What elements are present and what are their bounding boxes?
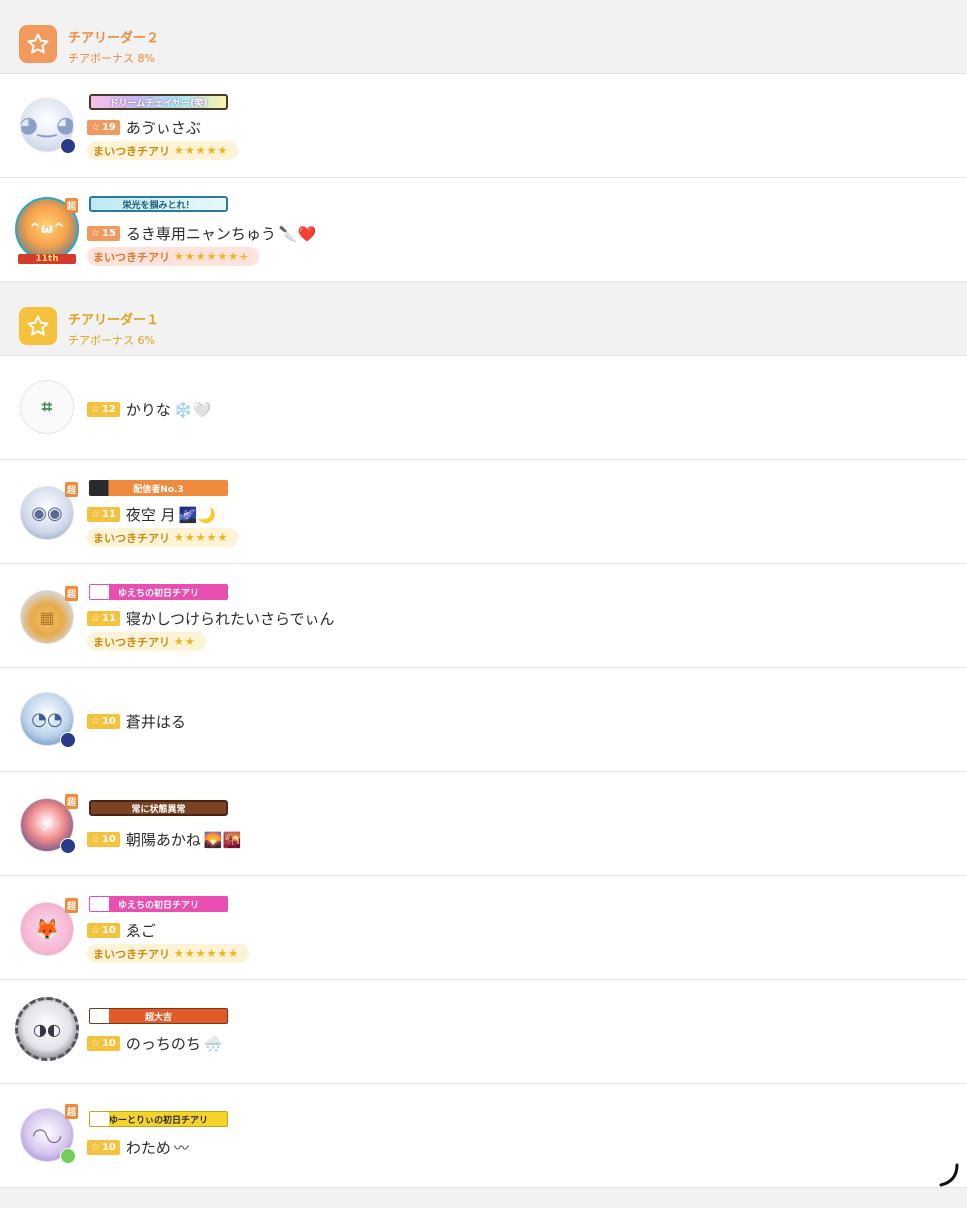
avatar[interactable]: ^ω^ 超 11th: [15, 197, 79, 264]
member-name: るき専用ニャンちゅう: [125, 225, 276, 243]
member-name: ゑご: [125, 922, 156, 940]
level-badge: ☆ 11: [87, 507, 120, 522]
level-badge: ☆ 19: [87, 120, 120, 135]
monthly-cheer-tag: まいつきチアリ ★★★★★★+: [87, 247, 260, 266]
monthly-cheer-tag: まいつきチアリ ★★★★★★: [87, 944, 250, 963]
loading-spinner-icon: [935, 1161, 963, 1196]
title-banner: ゆーとりぃの初日チアリ: [89, 1111, 228, 1127]
name-emoji: 〰: [173, 1139, 189, 1157]
avatar[interactable]: ◠◡ 超: [20, 1104, 78, 1164]
section-bonus: チアボーナス 8%: [68, 52, 155, 65]
member-row[interactable]: ◔◔ ☆ 10 蒼井はる: [0, 668, 967, 772]
member-name: 夜空 月: [125, 506, 176, 524]
level-badge: ☆ 11: [87, 611, 120, 626]
title-banner: ゆえちの初日チアリ: [89, 896, 228, 912]
cheer-rank-1-icon: [19, 307, 57, 345]
section-title: チアリーダー１: [68, 313, 160, 328]
member-row[interactable]: ◠◡ 超 ゆーとりぃの初日チアリ ☆ 10 わため 〰: [0, 1084, 967, 1188]
avatar[interactable]: ◕‿◕: [20, 98, 76, 154]
section-bonus: チアボーナス 6%: [68, 334, 155, 347]
name-emoji: ❄️🤍: [173, 400, 212, 419]
gift-badge-icon: [60, 732, 76, 748]
monthly-cheer-tag: まいつきチアリ ★★★★★: [87, 528, 239, 547]
level-badge: ☆ 15: [87, 226, 120, 241]
avatar[interactable]: ◉◉ 超: [20, 482, 78, 540]
name-emoji: 🌨️: [203, 1034, 223, 1053]
member-row[interactable]: ◉◉ 超 配信者No.3 ☆ 11 夜空 月 🌌🌙 まいつきチアリ ★★★★★: [0, 460, 967, 564]
gift-badge-icon: [60, 838, 76, 854]
chou-badge: 超: [64, 898, 78, 913]
level-badge: ☆ 12: [87, 402, 120, 417]
member-name: わため: [125, 1139, 171, 1157]
member-row[interactable]: ◕‿◕ ドリームチェイサー(笑) ☆ 19 あゔぃさぶ まいつきチアリ ★★★★★: [0, 74, 967, 178]
member-name: のっちのち: [125, 1035, 201, 1053]
avatar[interactable]: ◔◔: [20, 692, 76, 748]
monthly-cheer-tag: まいつきチアリ ★★: [87, 632, 206, 651]
avatar[interactable]: ⌗: [20, 380, 74, 434]
title-banner: ゆえちの初日チアリ: [89, 584, 228, 600]
chou-badge: 超: [64, 198, 78, 213]
level-badge: ☆ 10: [87, 923, 120, 938]
gift-badge-icon: [60, 1148, 76, 1164]
section-title: チアリーダー２: [68, 31, 160, 46]
chou-badge: 超: [64, 1104, 78, 1119]
chou-badge: 超: [64, 794, 78, 809]
member-row[interactable]: 🦊 超 ゆえちの初日チアリ ☆ 10 ゑご まいつきチアリ ★★★★★★: [0, 876, 967, 980]
list-footer: [0, 1188, 967, 1208]
avatar[interactable]: 🦊 超: [20, 898, 78, 956]
member-name: あゔぃさぶ: [125, 119, 201, 137]
anniversary-label: 11th: [18, 254, 76, 264]
name-emoji: 🌌🌙: [178, 505, 217, 524]
member-row[interactable]: ◑◐ 超大吉 ☆ 10 のっちのち 🌨️: [0, 980, 967, 1084]
section-header-cheerleader-1: チアリーダー１ チアボーナス 6%: [0, 282, 967, 356]
name-emoji: 🌄🌇: [203, 830, 242, 849]
level-badge: ☆ 10: [87, 832, 120, 847]
section-header-cheerleader-2: チアリーダー２ チアボーナス 8%: [0, 0, 967, 74]
level-badge: ☆ 10: [87, 1140, 120, 1155]
chou-badge: 超: [64, 586, 78, 601]
member-name: 蒼井はる: [125, 713, 186, 731]
member-name: 朝陽あかね: [125, 831, 201, 849]
member-row[interactable]: ^ω^ 超 11th 栄光を掴みとれ！ ☆ 15 るき専用ニャンちゅう 🔪❤️ ま…: [0, 178, 967, 282]
level-badge: ☆ 10: [87, 714, 120, 729]
name-emoji: 🔪❤️: [278, 224, 317, 243]
level-badge: ☆ 10: [87, 1036, 120, 1051]
title-banner: 超大吉: [89, 1008, 228, 1024]
gift-badge-icon: [60, 138, 76, 154]
member-row[interactable]: ⌗ ☆ 12 かりな ❄️🤍: [0, 356, 967, 460]
avatar[interactable]: ◑◐: [15, 997, 79, 1061]
member-name: かりな: [125, 401, 171, 419]
title-banner: 栄光を掴みとれ！: [89, 196, 228, 212]
member-row[interactable]: ▦ 超 ゆえちの初日チアリ ☆ 11 寝かしつけられたいさらでぃん まいつきチアリ…: [0, 564, 967, 668]
avatar[interactable]: ⚡ 超: [20, 794, 78, 854]
title-banner: 配信者No.3: [89, 480, 228, 496]
title-banner: ドリームチェイサー(笑): [89, 94, 228, 110]
avatar[interactable]: ▦ 超: [20, 586, 78, 644]
cheer-rank-2-icon: [19, 25, 57, 63]
chou-badge: 超: [64, 482, 78, 497]
title-banner: 常に状態異常: [89, 800, 228, 816]
member-row[interactable]: ⚡ 超 常に状態異常 ☆ 10 朝陽あかね 🌄🌇: [0, 772, 967, 876]
monthly-cheer-tag: まいつきチアリ ★★★★★: [87, 141, 239, 160]
member-name: 寝かしつけられたいさらでぃん: [125, 610, 335, 628]
